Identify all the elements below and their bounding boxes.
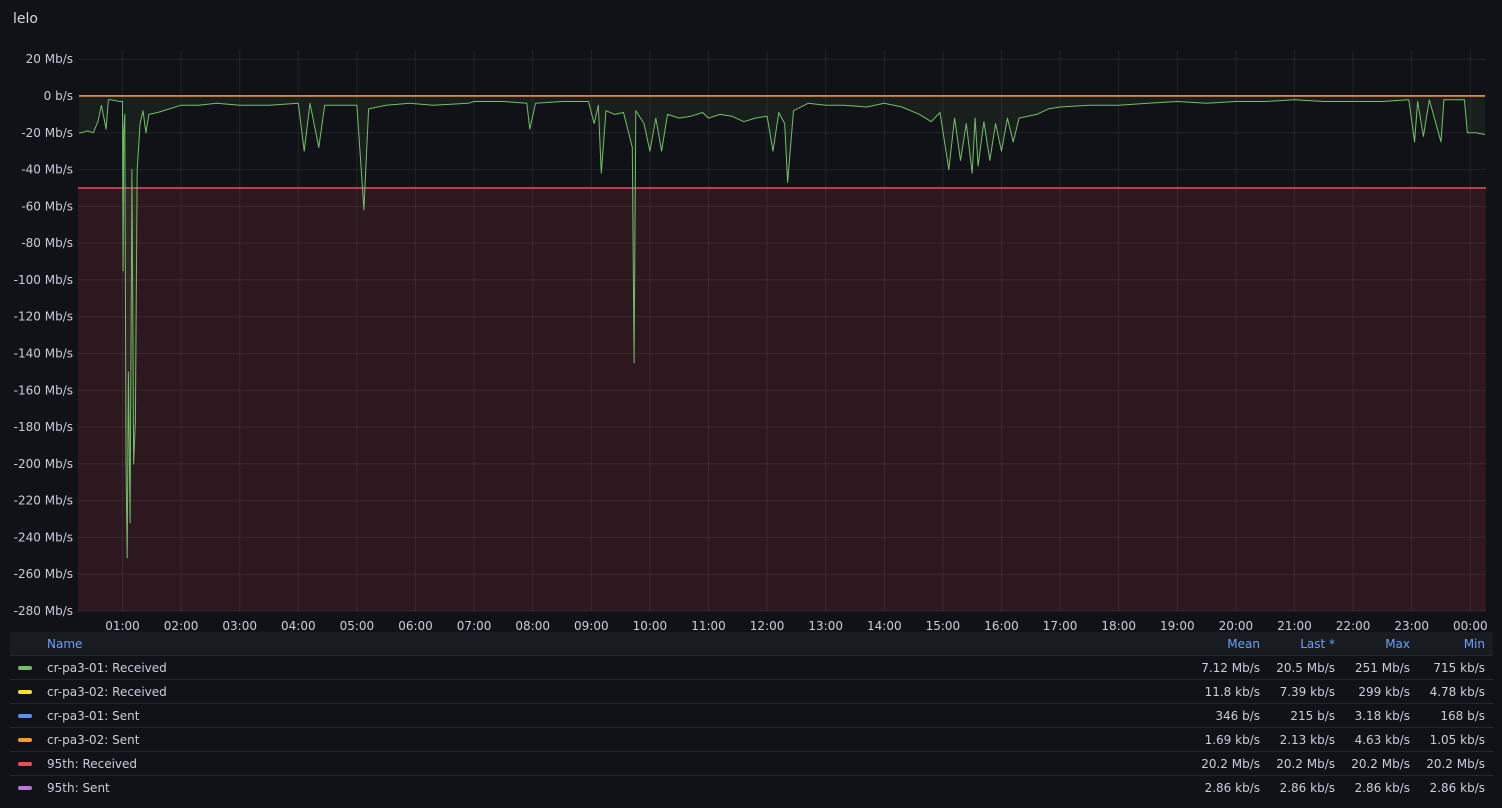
legend-min-value: 2.86 kb/s [1418,775,1493,799]
legend-series-name[interactable]: cr-pa3-01: Sent [10,703,1192,728]
legend-header-row: Name Mean Last * Max Min [10,632,1493,656]
legend-last-value: 20.5 Mb/s [1268,655,1343,680]
legend-last-value: 20.2 Mb/s [1268,751,1343,776]
legend-header-max[interactable]: Max [1343,632,1418,656]
legend-max-value: 2.86 kb/s [1343,775,1418,799]
legend-max-value: 3.18 kb/s [1343,703,1418,728]
legend-header-mean[interactable]: Mean [1192,632,1268,656]
series-color-swatch[interactable] [18,762,32,766]
x-tick-label: 00:00 [1453,619,1488,632]
legend-series-label: cr-pa3-01: Received [47,660,167,675]
x-tick-label: 17:00 [1043,619,1078,632]
x-tick-label: 19:00 [1160,619,1195,632]
x-tick-label: 12:00 [750,619,785,632]
y-tick-label: -220 Mb/s [14,494,73,508]
y-tick-label: -280 Mb/s [14,604,73,618]
legend-last-value: 7.39 kb/s [1268,679,1343,704]
legend-mean-value: 346 b/s [1192,703,1268,728]
y-tick-label: -260 Mb/s [14,567,73,581]
y-tick-label: -120 Mb/s [14,310,73,324]
x-tick-label: 18:00 [1101,619,1136,632]
legend-header-last[interactable]: Last * [1268,632,1343,656]
legend-series-name[interactable]: cr-pa3-01: Received [10,655,1192,680]
x-tick-label: 22:00 [1336,619,1371,632]
legend-mean-value: 11.8 kb/s [1192,679,1268,704]
legend-mean-value: 2.86 kb/s [1192,775,1268,799]
legend-min-value: 20.2 Mb/s [1418,751,1493,776]
y-tick-label: -60 Mb/s [21,199,73,213]
legend-last-value: 2.13 kb/s [1268,727,1343,752]
y-tick-label: -240 Mb/s [14,530,73,544]
y-tick-label: -100 Mb/s [14,273,73,287]
x-tick-label: 23:00 [1394,619,1429,632]
series-color-swatch[interactable] [18,714,32,718]
x-tick-label: 03:00 [222,619,257,632]
x-tick-label: 08:00 [515,619,550,632]
legend-series-name[interactable]: 95th: Sent [10,775,1192,799]
legend-table: Name Mean Last * Max Min cr-pa3-01: Rece… [10,632,1493,799]
y-tick-label: -180 Mb/s [14,420,73,434]
legend-mean-value: 7.12 Mb/s [1192,655,1268,680]
series-color-swatch[interactable] [18,738,32,742]
x-tick-label: 14:00 [867,619,902,632]
x-tick-label: 16:00 [984,619,1019,632]
y-tick-label: -20 Mb/s [21,126,73,140]
x-tick-label: 10:00 [633,619,668,632]
x-tick-label: 13:00 [808,619,843,632]
legend-header-name[interactable]: Name [10,632,1192,656]
x-tick-label: 09:00 [574,619,609,632]
legend-series-name[interactable]: cr-pa3-02: Sent [10,727,1192,752]
legend-max-value: 299 kb/s [1343,679,1418,704]
legend-max-value: 251 Mb/s [1343,655,1418,680]
legend-mean-value: 20.2 Mb/s [1192,751,1268,776]
x-tick-label: 11:00 [691,619,726,632]
legend-min-value: 1.05 kb/s [1418,727,1493,752]
legend-header-min[interactable]: Min [1418,632,1493,656]
legend-row[interactable]: 95th: Sent 2.86 kb/s 2.86 kb/s 2.86 kb/s 2.8… [10,775,1493,799]
time-series-chart[interactable]: 20 Mb/s 0 b/s -20 Mb/s -40 Mb/s -60 Mb/s -80 … [0,0,1502,632]
y-tick-label: 20 Mb/s [26,52,73,66]
legend-min-value: 4.78 kb/s [1418,679,1493,704]
series-color-swatch[interactable] [18,690,32,694]
legend-series-name[interactable]: 95th: Received [10,751,1192,776]
legend-row[interactable]: cr-pa3-01: Received 7.12 Mb/s 20.5 Mb/s 251… [10,655,1493,680]
legend-row[interactable]: cr-pa3-01: Sent 346 b/s 215 b/s 3.18 kb/s 16… [10,703,1493,728]
legend-max-value: 4.63 kb/s [1343,727,1418,752]
x-tick-label: 01:00 [105,619,140,632]
legend-series-label: cr-pa3-02: Sent [47,732,140,747]
series-color-swatch[interactable] [18,786,32,790]
x-tick-label: 21:00 [1277,619,1312,632]
x-tick-label: 05:00 [340,619,375,632]
legend-row[interactable]: 95th: Received 20.2 Mb/s 20.2 Mb/s 20.2 Mb/… [10,751,1493,776]
series-color-swatch[interactable] [18,666,32,670]
x-tick-label: 04:00 [281,619,316,632]
legend-min-value: 168 b/s [1418,703,1493,728]
legend-max-value: 20.2 Mb/s [1343,751,1418,776]
x-tick-label: 02:00 [164,619,199,632]
x-tick-label: 07:00 [457,619,492,632]
legend-mean-value: 1.69 kb/s [1192,727,1268,752]
y-tick-label: -140 Mb/s [14,346,73,360]
legend-row[interactable]: cr-pa3-02: Sent 1.69 kb/s 2.13 kb/s 4.63 kb… [10,727,1493,752]
x-tick-label: 15:00 [926,619,961,632]
y-tick-label: 0 b/s [44,89,73,103]
y-tick-label: -200 Mb/s [14,457,73,471]
x-tick-label: 06:00 [398,619,433,632]
legend-min-value: 715 kb/s [1418,655,1493,680]
legend-series-name[interactable]: cr-pa3-02: Received [10,679,1192,704]
legend-series-label: cr-pa3-02: Received [47,684,167,699]
legend-series-label: 95th: Sent [47,780,110,795]
y-tick-label: -40 Mb/s [21,163,73,177]
x-tick-label: 20:00 [1219,619,1254,632]
legend-last-value: 215 b/s [1268,703,1343,728]
y-tick-label: -80 Mb/s [21,236,73,250]
legend-last-value: 2.86 kb/s [1268,775,1343,799]
legend-series-label: 95th: Received [47,756,138,771]
y-tick-label: -160 Mb/s [14,383,73,397]
legend-series-label: cr-pa3-01: Sent [47,708,140,723]
legend-row[interactable]: cr-pa3-02: Received 11.8 kb/s 7.39 kb/s 299… [10,679,1493,704]
threshold-area [78,187,1486,612]
